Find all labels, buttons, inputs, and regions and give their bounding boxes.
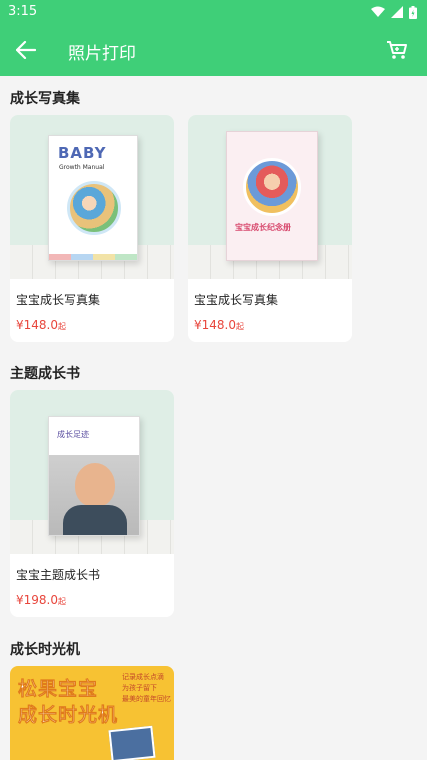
section-title: 成长时光机 — [10, 642, 80, 658]
cover-title: 宝宝成长纪念册 — [235, 223, 291, 232]
cart-icon — [387, 41, 407, 59]
section-title: 成长写真集 — [10, 91, 80, 107]
book-cover: 宝宝成长纪念册 — [226, 131, 318, 261]
product-card[interactable]: 成长足迹 宝宝主题成长书 ¥198.0起 — [10, 390, 174, 617]
book-cover: BABY Growth Manual — [48, 135, 138, 261]
cover-photo — [243, 158, 301, 216]
banner-title-line1: 松果宝宝 — [18, 678, 99, 701]
back-button[interactable] — [12, 36, 40, 64]
product-card[interactable]: 宝宝成长纪念册 宝宝成长写真集 ¥148.0起 — [188, 115, 352, 342]
banner-title-line2: 成长时光机 — [18, 704, 119, 727]
wifi-icon — [371, 6, 385, 17]
signal-icon — [391, 6, 403, 18]
product-price: ¥148.0起 — [194, 318, 244, 332]
status-time: 3:15 — [8, 4, 38, 19]
page-title: 照片打印 — [68, 44, 136, 64]
battery-icon — [409, 5, 417, 19]
product-price: ¥148.0起 — [16, 318, 66, 332]
banner-side-text: 最美的童年回忆 — [122, 695, 171, 703]
app-bar: 照片打印 — [0, 24, 427, 76]
product-card[interactable]: BABY Growth Manual 宝宝成长写真集 ¥148.0起 — [10, 115, 174, 342]
book-cover: 成长足迹 — [48, 416, 140, 536]
time-machine-banner[interactable]: 松果宝宝 成长时光机 记录成长点滴 为孩子留下 最美的童年回忆 — [10, 666, 174, 760]
product-image: BABY Growth Manual — [10, 115, 174, 279]
banner-photo — [108, 725, 156, 760]
product-name: 宝宝主题成长书 — [16, 568, 101, 582]
cover-title: BABY — [58, 144, 107, 162]
cover-photo — [67, 181, 121, 235]
product-image: 宝宝成长纪念册 — [188, 115, 352, 279]
cover-subtitle: Growth Manual — [59, 164, 105, 171]
cart-button[interactable] — [385, 38, 409, 62]
cover-title: 成长足迹 — [57, 430, 89, 439]
section-title: 主题成长书 — [10, 366, 80, 382]
arrow-left-icon — [16, 41, 36, 59]
product-price: ¥198.0起 — [16, 593, 66, 607]
status-bar: 3:15 — [0, 0, 427, 24]
status-icons — [371, 5, 417, 19]
product-name: 宝宝成长写真集 — [194, 293, 279, 307]
product-image: 成长足迹 — [10, 390, 174, 554]
banner-side-text: 记录成长点滴 — [122, 673, 164, 681]
banner-side-text: 为孩子留下 — [122, 684, 157, 692]
product-name: 宝宝成长写真集 — [16, 293, 101, 307]
